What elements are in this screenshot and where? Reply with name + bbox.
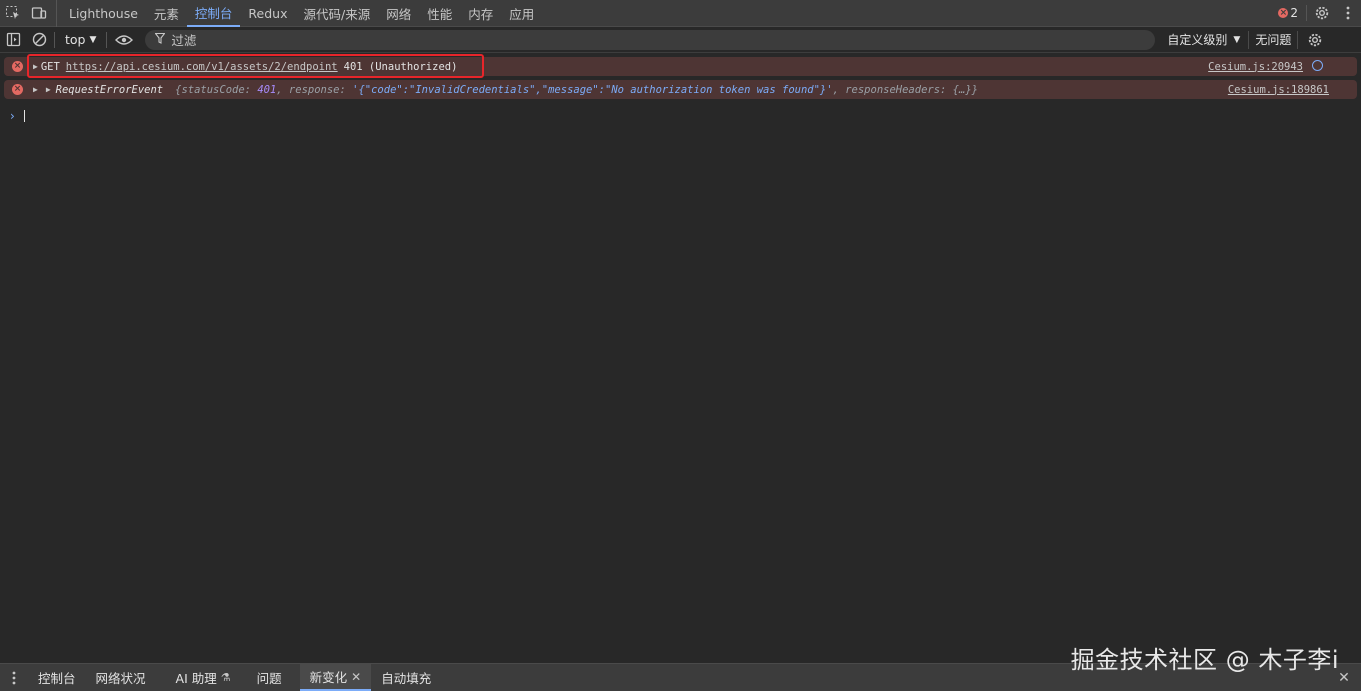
tab-memory[interactable]: 内存 [460,0,501,27]
drawer-tab-network-conditions[interactable]: 网络状况 [86,664,156,691]
panel-tabs: Lighthouse 元素 控制台 Redux 源代码/来源 网络 性能 内存 … [56,0,542,27]
context-label: top [65,32,86,47]
status-code-value: 401 [257,83,277,96]
select-element-icon[interactable] [0,0,26,26]
event-body-end: , responseHeaders: {…}} [832,83,978,96]
sidebar-toggle-icon[interactable] [0,27,26,53]
log-levels-dropdown[interactable]: 自定义级别 ▼ [1159,31,1248,48]
tab-console[interactable]: 控制台 [186,0,241,27]
device-toolbar-icon[interactable] [26,0,52,26]
drawer-tab-issues[interactable]: 问题 [247,664,292,691]
tab-network[interactable]: 网络 [378,0,419,27]
top-right-controls: × 2 [1272,0,1361,27]
watermark-text: 掘金技术社区 @ 木子李i [1070,646,1339,674]
clear-console-icon[interactable] [26,27,52,53]
tab-elements[interactable]: 元素 [146,0,187,27]
settings-gear-icon[interactable] [1309,0,1335,26]
issues-counter[interactable]: 无问题 [1248,30,1299,49]
console-message-error[interactable]: × ▶ ▶ RequestErrorEvent {statusCode: 401… [4,80,1357,99]
error-count-badge[interactable]: × 2 [1272,6,1304,20]
experiment-flask-icon: ⚗ [220,671,231,684]
tab-performance[interactable]: 性能 [419,0,460,27]
filter-input[interactable]: 过滤 [145,29,1156,50]
event-body: {statusCode: 401, response: '{"code":"In… [175,84,978,96]
console-toolbar: top ▼ 过滤 自定义级别 ▼ 无问题 [0,27,1361,53]
error-icon: × [1278,8,1289,18]
network-globe-icon[interactable] [1312,60,1323,71]
expand-caret-icon[interactable]: ▶ [33,85,38,94]
chevron-down-icon: ▼ [89,34,97,45]
drawer-tab-changes-label: 新变化 [309,670,348,685]
filter-placeholder: 过滤 [171,33,197,48]
console-input-cursor[interactable] [24,110,25,122]
event-body-start: {statusCode: [175,83,258,96]
divider [54,31,55,48]
divider [106,31,108,48]
tab-redux[interactable]: Redux [240,0,295,27]
log-levels-label: 自定义级别 [1167,33,1228,47]
filter-funnel-icon [154,32,167,47]
drawer-tab-changes[interactable]: 新变化 ✕ [299,664,372,691]
divider [1306,5,1307,21]
error-count: 2 [1290,6,1298,20]
drawer-tab-autofill[interactable]: 自动填充 [371,664,441,691]
event-type: RequestErrorEvent [55,83,164,96]
source-link[interactable]: Cesium.js:189861 [1228,84,1329,96]
chevron-down-icon: ▼ [1233,34,1241,45]
event-body-mid: , response: [276,83,353,96]
error-icon: × [12,84,23,95]
source-link[interactable]: Cesium.js:20943 [1208,61,1303,73]
devtools-top-bar: Lighthouse 元素 控制台 Redux 源代码/来源 网络 性能 内存 … [0,0,1361,27]
console-output: × ▶ GET https://api.cesium.com/v1/assets… [0,53,1361,663]
highlight-box [27,54,484,78]
drawer-menu-icon[interactable] [0,665,28,691]
response-string: '{"code":"InvalidCredentials","message":… [352,83,833,96]
live-expression-eye-icon[interactable] [109,27,139,53]
tab-sources[interactable]: 源代码/来源 [296,0,379,27]
error-icon: × [12,61,23,72]
drawer-tab-ai-label: AI 助理 [175,671,217,686]
tab-application[interactable]: 应用 [501,0,542,27]
close-tab-icon[interactable]: ✕ [351,670,361,684]
more-options-icon[interactable] [1335,0,1361,26]
console-settings-gear-icon[interactable] [1302,27,1328,53]
context-selector[interactable]: top ▼ [57,32,104,47]
expand-object-caret-icon[interactable]: ▶ [46,85,51,94]
drawer-tab-console[interactable]: 控制台 [28,664,86,691]
tab-lighthouse[interactable]: Lighthouse [61,0,146,27]
console-prompt-chevron-icon: › [10,109,15,123]
drawer-tab-ai-assistant[interactable]: AI 助理 ⚗ [166,664,241,691]
